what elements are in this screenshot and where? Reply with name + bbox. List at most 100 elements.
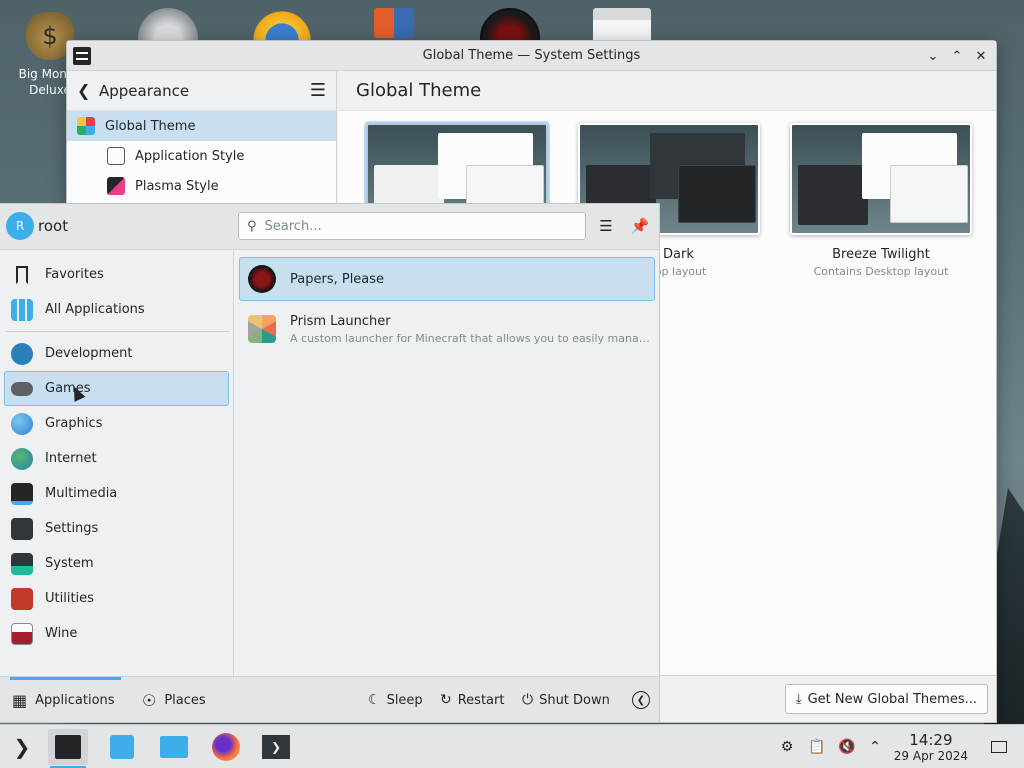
close-icon[interactable]: ✕ <box>972 46 990 66</box>
sidebar-header: ❮ Appearance ☰ <box>67 71 336 111</box>
app-name: Prism Launcher <box>290 313 391 329</box>
firefox-icon <box>212 733 240 761</box>
category-label: Utilities <box>45 591 94 606</box>
taskbar-discover[interactable] <box>102 729 142 765</box>
category-label: Settings <box>45 521 99 536</box>
app-launcher-button[interactable]: ❯ <box>2 729 42 765</box>
configure-sliders-icon[interactable]: ☰ <box>594 214 618 238</box>
minimize-chevron-icon[interactable]: ⌄ <box>924 46 942 66</box>
taskbar: ❯ ❯ ⚙ 📋 🔇 ⌃ 14:29 29 Apr 2024 <box>0 724 1024 768</box>
search-input[interactable] <box>264 218 565 234</box>
sidebar-item-plasma-style[interactable]: Plasma Style <box>67 171 336 201</box>
category-label: Wine <box>45 626 78 641</box>
category-utilities[interactable]: Utilities <box>4 581 229 616</box>
back-arrow-icon[interactable]: ❮ <box>77 81 99 100</box>
application-launcher: R root ⚲ ☰ 📌 Favorites All Applications … <box>0 203 660 723</box>
category-list: Favorites All Applications Development G… <box>0 251 234 676</box>
toolbox-icon <box>11 587 33 610</box>
sidebar-item-label: Plasma Style <box>135 178 219 194</box>
theme-thumbnail <box>790 123 972 235</box>
category-all-applications[interactable]: All Applications <box>4 292 229 327</box>
prism-launcher-icon <box>248 315 276 343</box>
tab-places[interactable]: ☉ Places <box>142 677 206 723</box>
updates-icon[interactable]: ⚙ <box>778 738 796 756</box>
launcher-footer: ▦ Applications ☉ Places ☾ Sleep ↻ Restar… <box>0 676 659 722</box>
taskbar-firefox[interactable] <box>206 729 246 765</box>
theme-card-breeze-twilight[interactable]: Breeze Twilight Contains Desktop layout <box>790 123 972 278</box>
app-list: Papers, Please Prism Launcher A custom l… <box>235 251 659 676</box>
category-games[interactable]: Games <box>4 371 229 406</box>
app-item-papers-please[interactable]: Papers, Please <box>239 257 655 301</box>
theme-name: Breeze Twilight <box>832 247 930 262</box>
sidebar-item-label: Application Style <box>135 148 245 164</box>
tray-expand-chevron-icon[interactable]: ⌃ <box>866 738 884 756</box>
grid-icon: ▦ <box>12 690 28 710</box>
taskbar-system-settings[interactable] <box>48 729 88 768</box>
plasma-style-icon <box>107 177 125 195</box>
desktop-icon-network[interactable] <box>362 8 426 38</box>
avatar[interactable]: R <box>6 212 34 240</box>
get-new-themes-button[interactable]: ⤓ Get New Global Themes... <box>784 684 988 714</box>
search-field[interactable]: ⚲ <box>238 212 586 240</box>
category-wine[interactable]: Wine <box>4 616 229 651</box>
monitor-icon <box>11 482 33 505</box>
category-development[interactable]: Development <box>4 336 229 371</box>
category-label: All Applications <box>45 302 145 317</box>
power-icon: ⏻ <box>522 692 534 708</box>
tab-label: Places <box>164 692 206 708</box>
shopping-bag-icon <box>110 735 134 759</box>
category-system[interactable]: System <box>4 546 229 581</box>
more-options-button[interactable]: ❮ <box>632 677 650 723</box>
clipboard-icon[interactable]: 📋 <box>808 738 826 756</box>
bookmark-icon <box>16 265 28 284</box>
tab-applications[interactable]: ▦ Applications <box>10 677 121 723</box>
graphics-icon <box>11 412 33 435</box>
application-style-icon <box>107 147 125 165</box>
show-desktop-icon[interactable] <box>990 738 1008 756</box>
restart-button[interactable]: ↻ Restart <box>440 677 504 723</box>
launcher-header: R root ⚲ ☰ 📌 <box>0 204 659 250</box>
category-separator <box>6 331 229 332</box>
category-settings[interactable]: Settings <box>4 511 229 546</box>
category-favorites[interactable]: Favorites <box>4 257 229 292</box>
compass-icon: ☉ <box>142 690 157 710</box>
sidebar-item-application-style[interactable]: Application Style <box>67 141 336 171</box>
app-item-prism-launcher[interactable]: Prism Launcher A custom launcher for Min… <box>239 307 655 351</box>
chevron-left-icon: ❮ <box>632 691 650 709</box>
pin-icon[interactable]: 📌 <box>628 214 652 238</box>
clock[interactable]: 14:29 29 Apr 2024 <box>894 731 968 763</box>
category-label: Graphics <box>45 416 103 431</box>
category-internet[interactable]: Internet <box>4 441 229 476</box>
terminal-icon: ❯ <box>262 735 290 759</box>
category-graphics[interactable]: Graphics <box>4 406 229 441</box>
plasma-launcher-icon: ❯ <box>13 735 31 759</box>
system-icon <box>11 552 33 575</box>
category-label: Favorites <box>45 267 104 282</box>
sleep-icon: ☾ <box>368 692 381 708</box>
category-label: System <box>45 556 94 571</box>
maximize-chevron-icon[interactable]: ⌃ <box>948 46 966 66</box>
globe-icon <box>11 447 33 470</box>
system-settings-icon[interactable] <box>73 47 91 65</box>
tab-label: Applications <box>35 692 115 708</box>
taskbar-file-manager[interactable] <box>154 729 194 765</box>
grid-apps-icon <box>11 298 33 321</box>
window-titlebar[interactable]: Global Theme — System Settings ⌄ ⌃ ✕ <box>67 41 996 71</box>
sidebar-back-label[interactable]: Appearance <box>99 82 189 100</box>
volume-muted-icon[interactable]: 🔇 <box>838 738 856 756</box>
restart-label: Restart <box>457 692 505 708</box>
papers-please-icon <box>248 265 276 293</box>
sleep-button[interactable]: ☾ Sleep <box>368 677 423 723</box>
hamburger-menu-icon[interactable]: ☰ <box>310 80 326 101</box>
restart-icon: ↻ <box>440 692 452 708</box>
window-title: Global Theme — System Settings <box>422 48 641 63</box>
system-settings-icon <box>55 735 81 759</box>
category-label: Internet <box>45 451 97 466</box>
category-label: Multimedia <box>45 486 118 501</box>
search-icon: ⚲ <box>247 218 257 234</box>
category-multimedia[interactable]: Multimedia <box>4 476 229 511</box>
theme-desc: Contains Desktop layout <box>813 265 949 278</box>
shutdown-button[interactable]: ⏻ Shut Down <box>522 677 610 723</box>
taskbar-terminal[interactable]: ❯ <box>256 729 296 765</box>
sidebar-item-global-theme[interactable]: Global Theme <box>67 111 336 141</box>
